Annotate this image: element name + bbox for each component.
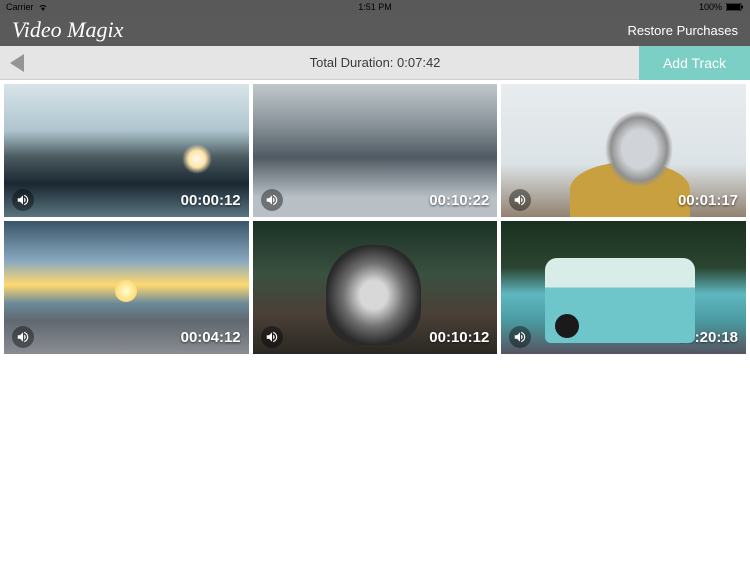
clip-timestamp: 00:20:18 xyxy=(678,329,738,346)
app-title: Video Magix xyxy=(12,17,123,43)
clip-thumbnail[interactable]: 00:04:12 xyxy=(4,221,249,354)
sound-icon[interactable] xyxy=(12,326,34,348)
total-duration-label: Total Duration: 0:07:42 xyxy=(310,55,441,70)
app-header: Video Magix Restore Purchases xyxy=(0,14,750,46)
clip-timestamp: 00:00:12 xyxy=(181,192,241,209)
add-track-button[interactable]: Add Track xyxy=(639,46,750,80)
carrier-label: Carrier xyxy=(6,2,34,12)
battery-label: 100% xyxy=(699,2,722,12)
clip-grid: 00:00:12 00:10:22 00:01:17 00:04:12 xyxy=(0,80,750,358)
clip-timestamp: 00:10:22 xyxy=(429,192,489,209)
sound-icon[interactable] xyxy=(509,326,531,348)
clip-thumbnail[interactable]: 00:20:18 xyxy=(501,221,746,354)
clip-timestamp: 00:04:12 xyxy=(181,329,241,346)
sub-header: Total Duration: 0:07:42 Add Track xyxy=(0,46,750,80)
back-button[interactable] xyxy=(10,54,24,72)
sound-icon[interactable] xyxy=(12,189,34,211)
sound-icon[interactable] xyxy=(261,189,283,211)
status-bar: Carrier 1:51 PM 100% xyxy=(0,0,750,14)
sound-icon[interactable] xyxy=(509,189,531,211)
status-time: 1:51 PM xyxy=(358,2,392,12)
restore-purchases-button[interactable]: Restore Purchases xyxy=(627,23,738,38)
sound-icon[interactable] xyxy=(261,326,283,348)
clip-thumbnail[interactable]: 00:10:22 xyxy=(253,84,498,217)
clip-timestamp: 00:10:12 xyxy=(429,329,489,346)
wifi-icon xyxy=(38,3,48,11)
battery-icon xyxy=(726,3,744,11)
clip-thumbnail[interactable]: 00:10:12 xyxy=(253,221,498,354)
clip-thumbnail[interactable]: 00:00:12 xyxy=(4,84,249,217)
clip-thumbnail[interactable]: 00:01:17 xyxy=(501,84,746,217)
clip-timestamp: 00:01:17 xyxy=(678,192,738,209)
